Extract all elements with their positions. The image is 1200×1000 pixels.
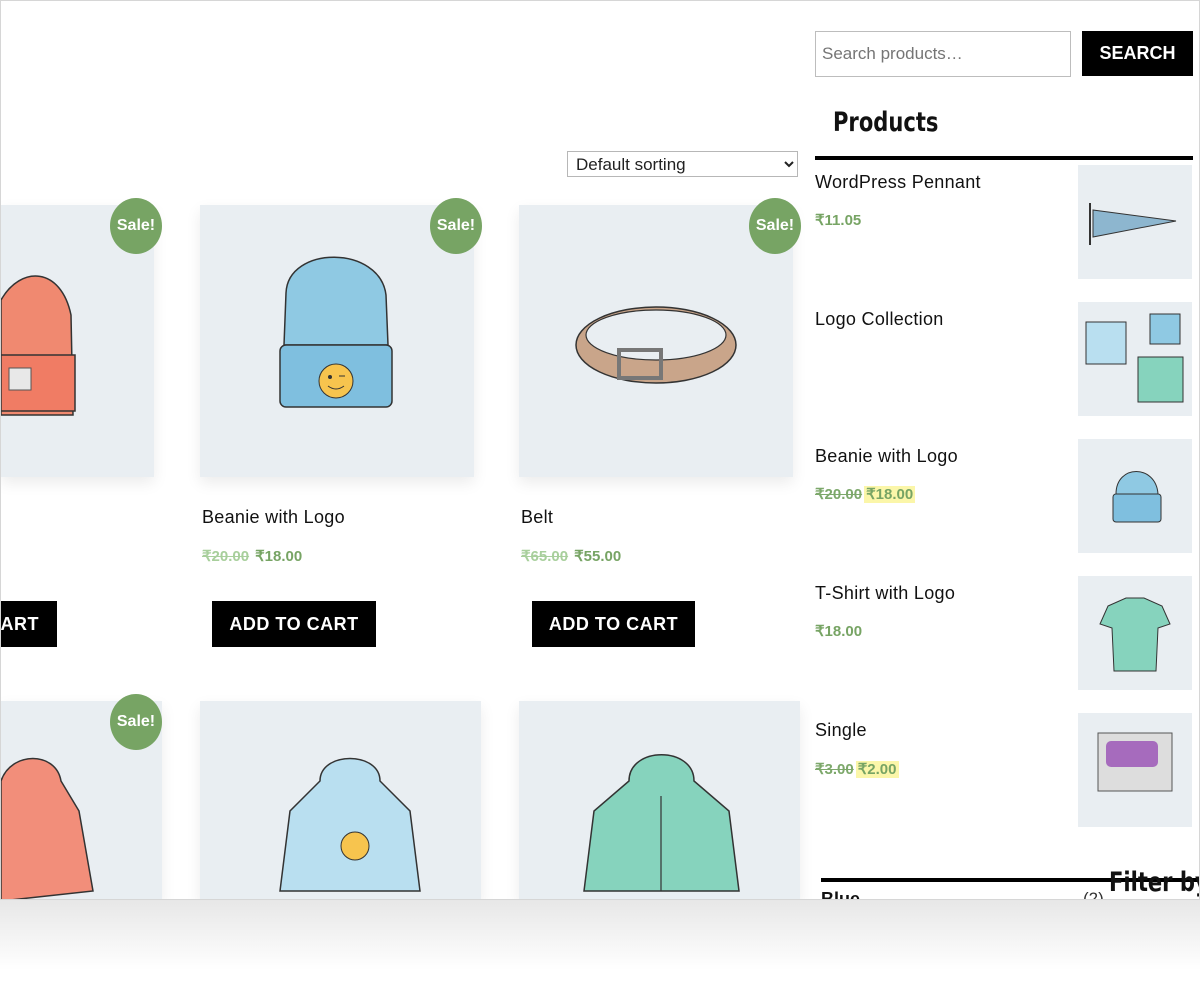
widget-product-link[interactable]: Beanie with Logo — [815, 446, 958, 467]
sale-price: ₹18.00 — [255, 548, 303, 565]
beanie-icon — [1112, 471, 1162, 523]
hoodie-green-illustration — [583, 754, 740, 892]
pennant-icon — [1089, 203, 1177, 245]
add-to-cart-button[interactable]: ART — [1, 601, 57, 647]
shop-page: Default sorting Sale! ART Sale! Beanie w… — [0, 0, 1200, 900]
regular-price: ₹20.00 — [815, 486, 863, 503]
logo-collection-icon — [1085, 313, 1184, 403]
widget-product-thumbnail[interactable] — [1078, 576, 1192, 690]
search-input[interactable] — [815, 31, 1071, 77]
tshirt-icon — [1099, 597, 1171, 672]
add-to-cart-button[interactable]: ADD TO CART — [532, 601, 695, 647]
widget-product-link[interactable]: WordPress Pennant — [815, 172, 981, 193]
filter-item-blue[interactable]: Blue — [821, 889, 860, 899]
product-card-image[interactable] — [200, 205, 474, 477]
widget-product-thumbnail[interactable] — [1078, 165, 1192, 279]
filter-title: Filter by — [1109, 867, 1200, 898]
widget-title: Products — [833, 107, 939, 138]
sort-select[interactable]: Default sorting — [567, 151, 798, 177]
widget-product-price: ₹18.00 — [815, 623, 863, 640]
sale-price: ₹18.00 — [864, 486, 916, 503]
widget-product-link[interactable]: Single — [815, 720, 867, 741]
belt-illustration — [575, 306, 737, 384]
product-title[interactable]: Belt — [521, 507, 553, 528]
product-card-image[interactable] — [519, 701, 800, 899]
regular-price: ₹20.00 — [202, 548, 250, 565]
product-title[interactable]: Beanie with Logo — [202, 507, 345, 528]
regular-price: ₹3.00 — [815, 761, 854, 778]
regular-price: ₹65.00 — [521, 548, 569, 565]
widget-product-link[interactable]: Logo Collection — [815, 309, 944, 330]
search-button[interactable]: SEARCH — [1082, 31, 1193, 76]
widget-product-thumbnail[interactable] — [1078, 713, 1192, 827]
widget-divider — [815, 156, 1193, 160]
product-card-image[interactable] — [519, 205, 793, 477]
sale-price: ₹55.00 — [574, 548, 622, 565]
page-shadow — [0, 900, 1200, 1000]
widget-product-price: ₹11.05 — [815, 212, 862, 229]
add-to-cart-button[interactable]: ADD TO CART — [212, 601, 376, 647]
product-card-image[interactable] — [200, 701, 481, 899]
sale-badge: Sale! — [110, 694, 162, 750]
widget-product-thumbnail[interactable] — [1078, 302, 1192, 416]
woo-album-icon — [1097, 732, 1173, 792]
beanie-blue-illustration — [279, 256, 393, 408]
sale-badge: Sale! — [110, 198, 162, 254]
sale-badge: Sale! — [749, 198, 801, 254]
hoodie-blue-illustration — [279, 757, 421, 892]
sale-price: ₹2.00 — [855, 761, 899, 778]
product-price: ₹65.00 ₹55.00 — [521, 547, 621, 565]
widget-product-link[interactable]: T-Shirt with Logo — [815, 583, 955, 604]
product-price: ₹20.00 ₹18.00 — [202, 547, 302, 565]
sale-badge: Sale! — [430, 198, 482, 254]
widget-product-price: ₹20.00 ₹18.00 — [815, 485, 916, 503]
widget-product-thumbnail[interactable] — [1078, 439, 1192, 553]
widget-product-price: ₹3.00 ₹2.00 — [815, 760, 899, 778]
filter-item-count: (2) — [1083, 889, 1104, 900]
